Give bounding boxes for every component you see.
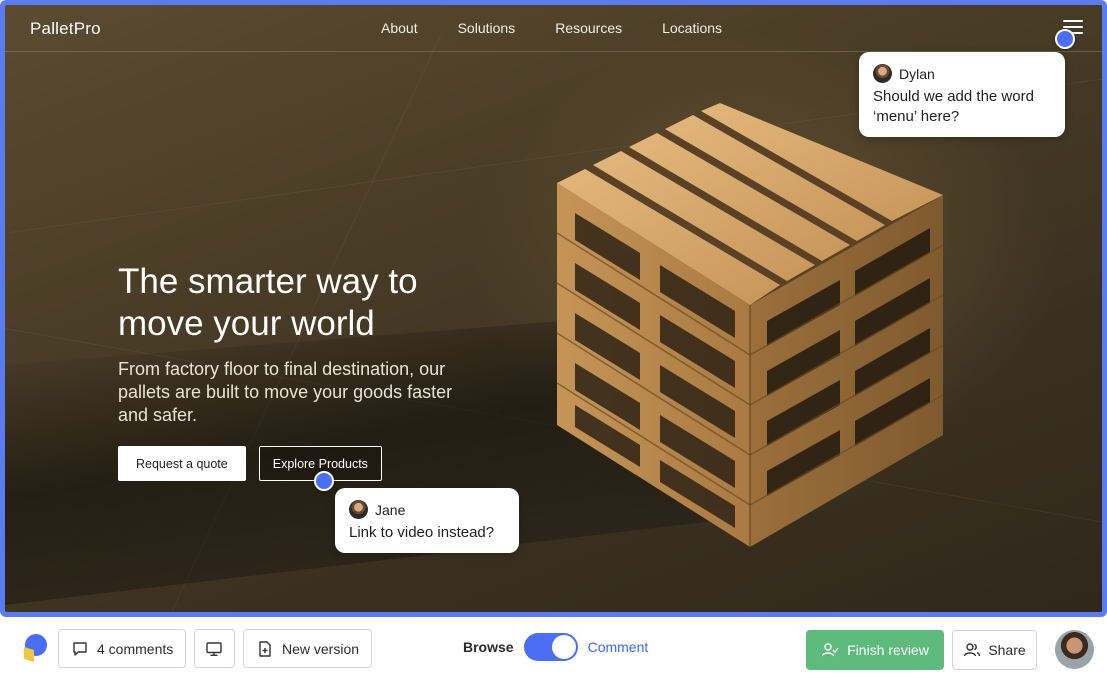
finish-review-button[interactable]: Finish review [806,630,944,670]
hero-subhead: From factory floor to final destination,… [118,359,453,425]
comment-pin-dylan[interactable] [1055,29,1075,49]
nav-links: About Solutions Resources Locations [381,20,762,36]
comment-mode-label[interactable]: Comment [588,639,649,655]
comment-author: Jane [375,501,406,518]
user-avatar[interactable] [1055,630,1094,669]
finish-review-label: Finish review [847,642,929,658]
device-preview-button[interactable] [194,629,235,668]
commenter-avatar [873,64,892,83]
nav-link-about[interactable]: About [381,20,418,36]
site-logo[interactable]: PalletPro [30,19,101,39]
comments-button[interactable]: 4 comments [58,629,187,668]
share-label: Share [988,642,1026,658]
users-icon [964,643,981,657]
new-version-button[interactable]: New version [243,629,373,668]
comment-pin-jane[interactable] [314,471,334,491]
comment-text: Should we add the word ‘menu’ here? [873,88,1034,125]
user-check-icon [821,643,839,657]
comment-author: Dylan [899,65,935,82]
new-version-label: New version [282,640,360,657]
comment-icon [73,641,87,656]
comment-bubble-jane[interactable]: Jane Link to video instead? [335,488,519,553]
nav-link-solutions[interactable]: Solutions [458,20,516,36]
browse-mode-label[interactable]: Browse [463,639,514,655]
hero-copy: The smarter way to move your world From … [118,261,478,427]
app-logo-icon [24,634,47,662]
toggle-knob [551,635,576,659]
file-plus-icon [259,640,271,657]
cta-row: Request a quote Explore Products [118,446,382,481]
pallet-stack-image [556,103,944,547]
comment-text: Link to video instead? [349,524,495,541]
comment-bubble-dylan[interactable]: Dylan Should we add the word ‘menu’ here… [859,52,1065,137]
review-toolbar: 4 comments New version Browse Comment Fi… [0,617,1107,678]
commenter-avatar [349,500,368,519]
nav-link-locations[interactable]: Locations [662,20,722,36]
site-navbar: PalletPro About Solutions Resources Loca… [5,5,1102,52]
mode-toggle-group: Browse Comment [463,633,648,661]
browse-comment-toggle[interactable] [523,633,578,661]
monitor-icon [206,641,222,656]
hero-headline: The smarter way to move your world [118,262,418,343]
nav-link-resources[interactable]: Resources [555,20,622,36]
request-quote-button[interactable]: Request a quote [118,446,246,481]
comments-count-label: 4 comments [97,640,174,657]
share-button[interactable]: Share [952,630,1037,670]
